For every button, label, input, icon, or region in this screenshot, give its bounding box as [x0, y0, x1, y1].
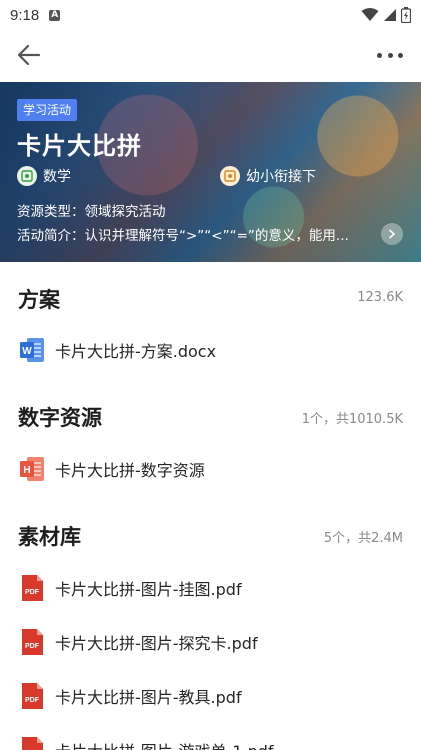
arrow-left-icon	[17, 44, 41, 66]
section-plan-header: 方案 123.6K	[0, 278, 421, 318]
status-time: 9:18	[10, 6, 40, 24]
word-file-icon: W	[19, 336, 45, 364]
file-item[interactable]: W 卡片大比拼-方案.docx	[0, 328, 421, 372]
status-icons	[361, 7, 411, 23]
subject-chip: 数学	[17, 166, 71, 186]
file-item[interactable]: H 卡片大比拼-数字资源	[0, 447, 421, 491]
file-name: 卡片大比拼-方案.docx	[55, 342, 217, 361]
pdf-file-icon: PDF	[19, 628, 45, 656]
section-title: 方案	[18, 288, 60, 312]
section-count-size: 5个，共2.4M	[323, 531, 403, 546]
back-button[interactable]	[14, 40, 44, 70]
file-name: 卡片大比拼-图片-教具.pdf	[55, 688, 242, 707]
svg-text:PDF: PDF	[25, 643, 40, 650]
file-item[interactable]: PDF 卡片大比拼-图片-挂图.pdf	[0, 566, 421, 610]
more-options-button[interactable]	[373, 40, 407, 70]
section-title: 数字资源	[18, 406, 102, 430]
section-digital-header: 数字资源 1个，共1010.5K	[0, 396, 421, 436]
file-name: 卡片大比拼-图片-探究卡.pdf	[55, 634, 258, 653]
resource-type: 资源类型：领域探究活动	[17, 204, 166, 220]
page: 9:18 A 学习活动 卡片大比拼 数学 幼小衔接下 资源类型：领域探究活动 活…	[0, 0, 421, 750]
status-bar: 9:18 A	[0, 0, 421, 30]
activity-summary[interactable]: 活动简介：认识并理解符号“>”“<”“=”的意义，能用...	[17, 224, 349, 244]
chevron-right-icon	[389, 229, 396, 239]
battery-icon	[401, 7, 411, 23]
pdf-file-icon: PDF	[19, 574, 45, 602]
hero-title: 卡片大比拼	[17, 132, 142, 160]
svg-text:PDF: PDF	[25, 697, 40, 704]
svg-text:H: H	[23, 465, 30, 476]
file-name: 卡片大比拼-数字资源	[55, 461, 205, 480]
subject-icon	[17, 166, 37, 186]
hero-banner: 学习活动 卡片大比拼 数学 幼小衔接下 资源类型：领域探究活动 活动简介：认识并…	[0, 82, 421, 262]
stage-icon	[220, 166, 240, 186]
file-name: 卡片大比拼-图片-游戏单-1.pdf	[55, 738, 274, 750]
stage-chip: 幼小衔接下	[220, 166, 316, 186]
stage-label: 幼小衔接下	[246, 169, 316, 185]
svg-text:PDF: PDF	[25, 589, 40, 596]
svg-text:W: W	[22, 346, 32, 357]
section-title: 素材库	[18, 525, 81, 549]
activity-tag: 学习活动	[17, 99, 78, 121]
ppt-file-icon: H	[19, 455, 45, 483]
notification-icon: A	[49, 9, 61, 21]
section-count-size: 1个，共1010.5K	[301, 412, 403, 427]
file-item[interactable]: PDF 卡片大比拼-图片-探究卡.pdf	[0, 620, 421, 664]
section-size: 123.6K	[357, 290, 403, 305]
file-name: 卡片大比拼-图片-挂图.pdf	[55, 580, 242, 599]
expand-summary-button[interactable]	[381, 223, 403, 245]
pdf-file-icon: PDF	[19, 682, 45, 710]
file-item[interactable]: PDF 卡片大比拼-图片-游戏单-1.pdf	[0, 728, 421, 750]
section-materials-header: 素材库 5个，共2.4M	[0, 515, 421, 555]
subject-label: 数学	[43, 169, 71, 185]
signal-wifi-icon	[361, 8, 379, 21]
file-item[interactable]: PDF 卡片大比拼-图片-教具.pdf	[0, 674, 421, 718]
more-dots-icon	[377, 52, 382, 58]
signal-cellular-icon	[384, 9, 396, 21]
app-bar	[0, 30, 421, 80]
pdf-file-icon: PDF	[19, 736, 45, 750]
